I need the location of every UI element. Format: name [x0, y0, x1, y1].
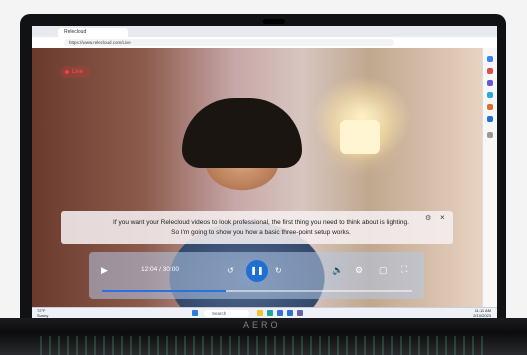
clock[interactable]: 11:11 AM 2/10/2023	[473, 308, 491, 318]
progress-bar[interactable]	[102, 290, 412, 292]
fullscreen-icon[interactable]: ⛶	[401, 264, 407, 275]
sidebar-search-icon[interactable]	[487, 56, 493, 62]
caption-close-icon[interactable]: ×	[440, 213, 445, 222]
clock-date: 2/10/2023	[473, 312, 491, 318]
sidebar-shopping-icon[interactable]	[487, 68, 493, 74]
caption-text: If you want your Relecloud videos to loo…	[113, 219, 409, 236]
video-controls: ▶ 12:04 / 30:00 ↺ ❚❚ ↻ 🔊 ⚙ ▢ ⛶	[89, 252, 424, 299]
sidebar-games-icon[interactable]	[487, 92, 493, 98]
pause-button[interactable]: ❚❚	[246, 260, 268, 282]
brand-logo: AERO	[243, 320, 281, 330]
webcam	[263, 19, 285, 24]
browser-tabbar: Relecloud	[32, 26, 497, 37]
pause-icon: ❚❚	[250, 266, 264, 275]
start-icon[interactable]	[192, 310, 198, 316]
store-icon[interactable]	[277, 310, 283, 316]
weather-widget[interactable]: 72°F Sunny	[37, 308, 49, 318]
caption-settings-icon[interactable]: ⚙	[425, 214, 431, 222]
edge-icon[interactable]	[267, 310, 273, 316]
sidebar-outlook-icon[interactable]	[487, 116, 493, 122]
lamp-light	[340, 120, 380, 154]
progress-fill	[102, 290, 226, 292]
rewind-10-icon[interactable]: ↺	[227, 266, 234, 275]
caption-panel: If you want your Relecloud videos to loo…	[61, 211, 453, 244]
live-badge: Live	[60, 66, 90, 78]
person-hair	[182, 98, 302, 168]
taskbar-search[interactable]: Search	[204, 310, 249, 317]
sidebar-add-icon[interactable]	[487, 132, 493, 138]
teams-icon[interactable]	[297, 310, 303, 316]
live-label: Live	[72, 69, 84, 75]
mail-icon[interactable]	[287, 310, 293, 316]
time-display: 12:04 / 30:00	[141, 266, 179, 273]
browser-tab[interactable]: Relecloud	[58, 28, 128, 37]
play-icon[interactable]: ▶	[101, 265, 108, 276]
volume-icon[interactable]: 🔊	[332, 265, 343, 276]
explorer-icon[interactable]	[257, 310, 263, 316]
miniplayer-icon[interactable]: ▢	[379, 265, 388, 276]
sidebar-tools-icon[interactable]	[487, 80, 493, 86]
weather-desc: Sunny	[37, 312, 49, 318]
browser-sidebar	[482, 48, 497, 307]
forward-10-icon[interactable]: ↻	[275, 266, 282, 275]
keyboard-backlight	[40, 336, 487, 355]
settings-icon[interactable]: ⚙	[355, 265, 363, 276]
url-field[interactable]: https://www.relecloud.com/Live	[64, 39, 394, 46]
taskbar: 72°F Sunny Search 11:11 AM 2/10/2023	[32, 307, 497, 318]
sidebar-office-icon[interactable]	[487, 104, 493, 110]
live-dot-icon	[65, 70, 69, 74]
